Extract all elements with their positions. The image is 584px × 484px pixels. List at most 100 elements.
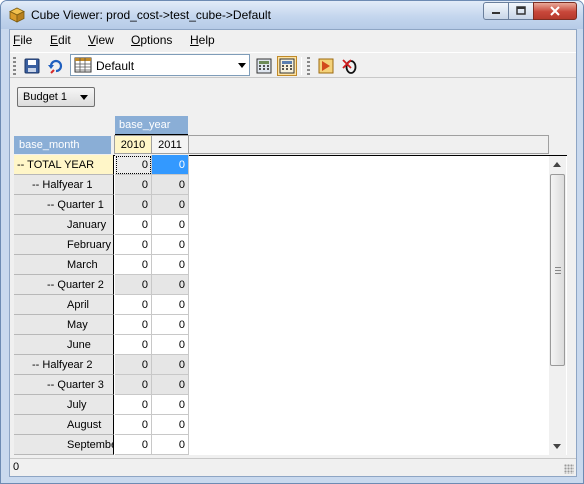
menu-options[interactable]: Options: [131, 33, 172, 47]
row-member-label[interactable]: -- Quarter 3: [14, 375, 114, 395]
data-cell[interactable]: 0: [115, 315, 152, 335]
automatic-recalc-button[interactable]: [277, 56, 297, 76]
data-cell[interactable]: 0: [152, 275, 189, 295]
row-member-label[interactable]: February: [14, 235, 114, 255]
data-cell[interactable]: 0: [152, 435, 189, 455]
recalculate-button[interactable]: [46, 56, 66, 76]
window-title: Cube Viewer: prod_cost->test_cube->Defau…: [31, 8, 271, 22]
data-cell[interactable]: 0: [115, 195, 152, 215]
table-row: March 0 0: [14, 255, 190, 275]
data-cell[interactable]: 0: [115, 375, 152, 395]
scrollbar-thumb[interactable]: [550, 174, 565, 366]
chevron-down-icon: [80, 95, 88, 100]
status-bar: 0: [10, 458, 576, 476]
data-cell[interactable]: 0: [115, 215, 152, 235]
automatic-recalc-icon: [279, 58, 295, 74]
toolbar-grip[interactable]: [13, 57, 16, 75]
column-dimension-header[interactable]: base_year: [115, 116, 188, 134]
data-cell[interactable]: 0: [115, 355, 152, 375]
view-selector-value: Default: [96, 59, 135, 73]
menu-bar: File Edit View Options Help: [10, 30, 576, 50]
data-cell[interactable]: 0: [115, 295, 152, 315]
data-cell[interactable]: 0: [152, 175, 189, 195]
data-cell[interactable]: 0: [115, 155, 152, 175]
data-cell[interactable]: 0: [152, 315, 189, 335]
data-cell[interactable]: 0: [115, 175, 152, 195]
menu-view[interactable]: View: [88, 33, 114, 47]
save-button[interactable]: [22, 56, 42, 76]
data-cell[interactable]: 0: [152, 355, 189, 375]
row-member-label[interactable]: June: [14, 335, 114, 355]
row-member-label[interactable]: -- Quarter 1: [14, 195, 114, 215]
calculator-icon: [256, 58, 272, 74]
data-cell[interactable]: 0: [115, 275, 152, 295]
vertical-scrollbar[interactable]: [549, 156, 566, 455]
data-cell[interactable]: 0: [152, 415, 189, 435]
row-member-label[interactable]: -- Halfyear 1: [14, 175, 114, 195]
data-cell[interactable]: 0: [115, 435, 152, 455]
data-cell[interactable]: 0: [152, 155, 189, 175]
scroll-up-icon[interactable]: [553, 162, 561, 167]
data-cell[interactable]: 0: [152, 395, 189, 415]
data-cell[interactable]: 0: [152, 215, 189, 235]
data-cell[interactable]: 0: [152, 255, 189, 275]
data-cell[interactable]: 0: [152, 295, 189, 315]
resize-grip-icon[interactable]: [564, 464, 574, 474]
cube-icon: [9, 7, 25, 23]
title-bar[interactable]: Cube Viewer: prod_cost->test_cube->Defau…: [1, 1, 583, 29]
row-member-label[interactable]: -- Halfyear 2: [14, 355, 114, 375]
close-button[interactable]: [533, 2, 577, 20]
scroll-down-icon[interactable]: [553, 444, 561, 449]
toolbar: Default: [10, 52, 576, 78]
calculator-button[interactable]: [254, 56, 274, 76]
toolbar-grip[interactable]: [307, 57, 310, 75]
table-row: -- Quarter 200: [14, 275, 190, 295]
row-dimension-header[interactable]: base_month: [14, 136, 111, 154]
menu-help[interactable]: Help: [190, 33, 215, 47]
table-row: September00: [14, 435, 190, 455]
data-cell[interactable]: 0: [152, 195, 189, 215]
view-selector[interactable]: Default: [70, 54, 250, 76]
column-header-2011[interactable]: 2011: [152, 135, 189, 154]
run-icon: [318, 58, 334, 74]
row-member-label[interactable]: May: [14, 315, 114, 335]
recalculate-icon: [48, 59, 63, 74]
data-cell[interactable]: 0: [115, 335, 152, 355]
data-cell[interactable]: 0: [115, 415, 152, 435]
data-cell[interactable]: 0: [115, 255, 152, 275]
filter-value: Budget 1: [23, 91, 68, 103]
view-icon: [74, 57, 92, 73]
client-area: File Edit View Options Help Default Budg…: [9, 29, 577, 477]
chevron-down-icon: [238, 63, 246, 68]
row-member-label[interactable]: -- TOTAL YEAR: [14, 155, 114, 175]
data-cell[interactable]: 0: [115, 395, 152, 415]
row-member-label[interactable]: -- Quarter 2: [14, 275, 114, 295]
data-cell[interactable]: 0: [152, 335, 189, 355]
table-row: January 0 0: [14, 215, 190, 235]
save-icon: [24, 58, 40, 74]
row-member-label[interactable]: September: [14, 435, 114, 455]
row-member-label[interactable]: April: [14, 295, 114, 315]
table-row: -- Quarter 300: [14, 375, 190, 395]
minimize-button[interactable]: [483, 2, 509, 20]
zero-suppression-button[interactable]: [340, 56, 360, 76]
table-row: April 0 0: [14, 295, 190, 315]
minimize-icon: [492, 12, 500, 14]
data-cell[interactable]: 0: [152, 235, 189, 255]
row-member-label[interactable]: August: [14, 415, 114, 435]
table-row: June 0 0: [14, 335, 190, 355]
column-header-2010[interactable]: 2010: [115, 135, 152, 154]
table-row: July 0 0: [14, 395, 190, 415]
row-member-label[interactable]: January: [14, 215, 114, 235]
status-text: 0: [13, 461, 20, 473]
menu-edit[interactable]: Edit: [50, 33, 71, 47]
row-member-label[interactable]: July: [14, 395, 114, 415]
cube-viewer-window: Cube Viewer: prod_cost->test_cube->Defau…: [0, 0, 584, 484]
data-cell[interactable]: 0: [115, 235, 152, 255]
run-button[interactable]: [316, 56, 336, 76]
maximize-button[interactable]: [508, 2, 534, 20]
data-cell[interactable]: 0: [152, 375, 189, 395]
title-dimension-filter[interactable]: Budget 1: [17, 87, 95, 107]
menu-file[interactable]: File: [13, 33, 32, 47]
row-member-label[interactable]: March: [14, 255, 114, 275]
